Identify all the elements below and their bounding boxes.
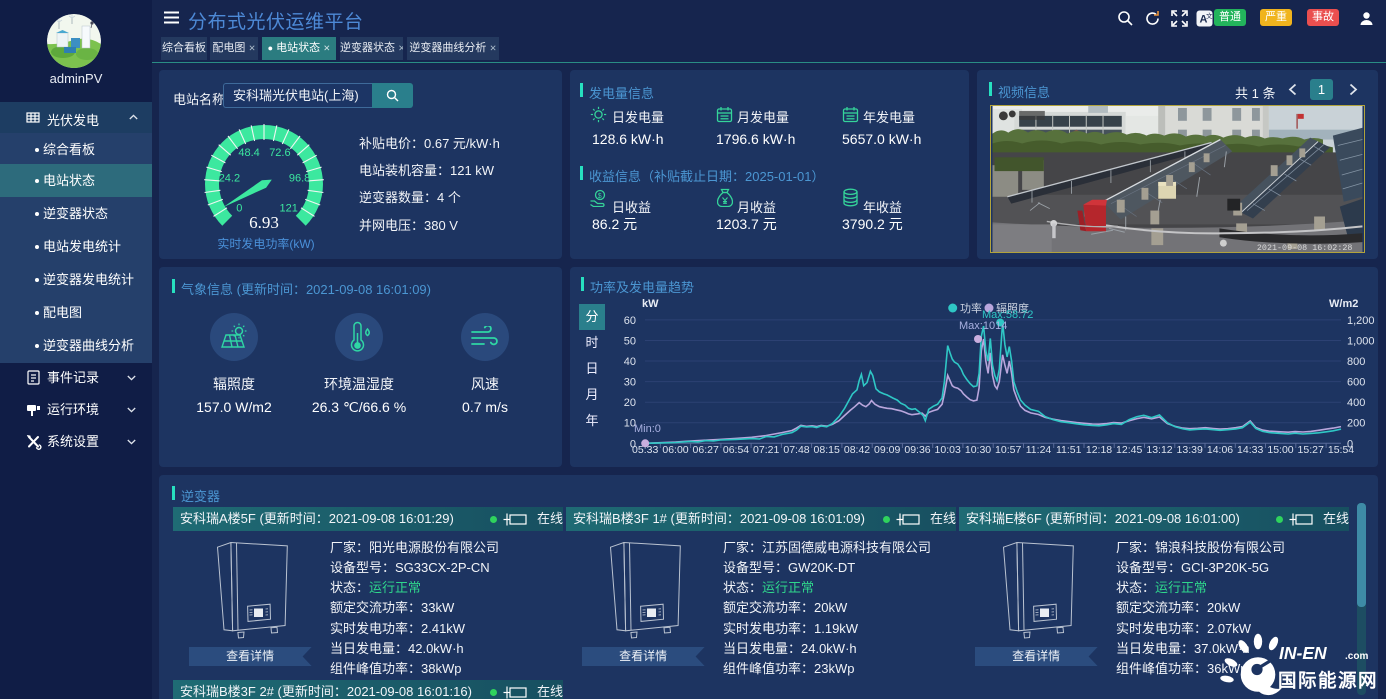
svg-text:08:42: 08:42: [844, 444, 870, 456]
svg-text:12:18: 12:18: [1086, 444, 1112, 456]
svg-text:kW: kW: [642, 298, 659, 310]
svg-text:14:06: 14:06: [1207, 444, 1233, 456]
svg-text:11:51: 11:51: [1056, 444, 1082, 456]
svg-text:功率: 功率: [960, 301, 982, 315]
svg-text:08:15: 08:15: [814, 444, 840, 456]
svg-text:文: 文: [1206, 11, 1213, 20]
svg-text:Max:1014: Max:1014: [959, 320, 1007, 332]
svg-text:07:21: 07:21: [753, 444, 779, 456]
svg-text:IN-EN: IN-EN: [1279, 643, 1327, 663]
svg-text:11:24: 11:24: [1026, 444, 1052, 456]
svg-text:07:48: 07:48: [783, 444, 809, 456]
svg-text:Min:0: Min:0: [634, 423, 661, 435]
svg-text:50: 50: [624, 336, 636, 348]
svg-text:15:00: 15:00: [1267, 444, 1293, 456]
svg-text:15:27: 15:27: [1298, 444, 1324, 456]
svg-text:0: 0: [1347, 438, 1353, 450]
svg-text:09:36: 09:36: [904, 444, 930, 456]
svg-text:800: 800: [1347, 356, 1365, 368]
svg-text:13:39: 13:39: [1177, 444, 1203, 456]
svg-text:国际能源网: 国际能源网: [1278, 670, 1378, 691]
svg-text:06:54: 06:54: [723, 444, 749, 456]
svg-text:14:33: 14:33: [1237, 444, 1263, 456]
svg-text:0: 0: [630, 438, 636, 450]
svg-text:12:45: 12:45: [1116, 444, 1142, 456]
svg-text:72.6: 72.6: [269, 147, 290, 159]
svg-text:$: $: [598, 193, 602, 200]
svg-text:400: 400: [1347, 397, 1365, 409]
svg-text:.com: .com: [1345, 651, 1368, 662]
svg-text:13:12: 13:12: [1146, 444, 1172, 456]
svg-text:40: 40: [624, 356, 636, 368]
svg-text:96.8: 96.8: [289, 173, 310, 185]
svg-text:30: 30: [624, 377, 636, 389]
svg-text:10:03: 10:03: [935, 444, 961, 456]
svg-text:06:27: 06:27: [693, 444, 719, 456]
svg-text:1,200: 1,200: [1347, 315, 1375, 327]
svg-text:20: 20: [624, 397, 636, 409]
svg-text:10:30: 10:30: [965, 444, 991, 456]
svg-text:W/m2: W/m2: [1329, 298, 1358, 310]
svg-text:24.2: 24.2: [219, 173, 240, 185]
svg-text:06:00: 06:00: [662, 444, 688, 456]
svg-text:10:57: 10:57: [995, 444, 1021, 456]
svg-text:600: 600: [1347, 377, 1365, 389]
svg-text:09:09: 09:09: [874, 444, 900, 456]
svg-text:60: 60: [624, 315, 636, 327]
svg-text:1,000: 1,000: [1347, 336, 1375, 348]
svg-text:200: 200: [1347, 418, 1365, 430]
svg-text:2021-09-08 16:02:28: 2021-09-08 16:02:28: [1257, 243, 1353, 253]
svg-text:48.4: 48.4: [238, 147, 259, 159]
